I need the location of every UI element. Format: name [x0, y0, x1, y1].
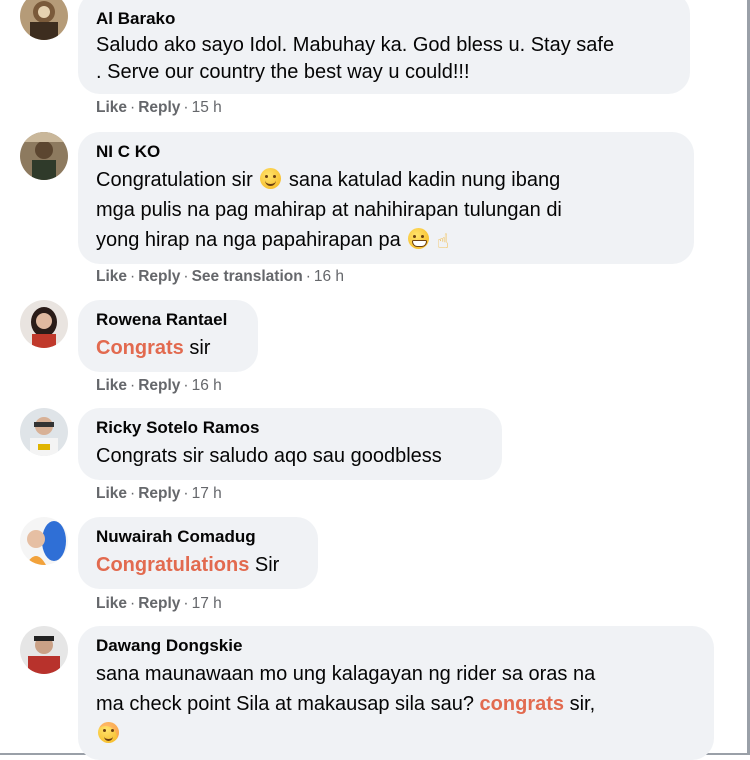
comment-text: sana katulad kadin nung ibang [288, 169, 561, 191]
timestamp[interactable]: 15 h [192, 99, 222, 116]
relieved-emoji-icon [98, 722, 119, 743]
reply-link[interactable]: Reply [138, 485, 180, 502]
avatar[interactable] [20, 132, 68, 180]
avatar[interactable] [20, 300, 68, 348]
comment-text: yong hirap na nga papahirapan pa [96, 229, 401, 251]
comment-bubble: NI C KO Congratulation sir sana katulad … [78, 132, 694, 264]
comment-bubble: Dawang Dongskie sana maunawaan mo ung ka… [78, 626, 714, 760]
avatar[interactable] [20, 0, 68, 40]
avatar[interactable] [20, 626, 68, 674]
comment-actions: Like · Reply · 15 h [96, 99, 222, 116]
reply-link[interactable]: Reply [138, 268, 180, 285]
highlighted-keyword[interactable]: Congrats [96, 337, 184, 359]
reply-link[interactable]: Reply [138, 377, 180, 394]
highlighted-keyword[interactable]: Congratulations [96, 554, 249, 576]
like-link[interactable]: Like [96, 99, 127, 116]
like-link[interactable]: Like [96, 268, 127, 285]
comment-text: ma check point Sila at makausap sila sau… [96, 693, 480, 715]
comment-author[interactable]: Rowena Rantael [96, 309, 240, 331]
comment-text-line: yong hirap na nga papahirapan pa ☝ [96, 225, 676, 255]
like-link[interactable]: Like [96, 595, 127, 612]
comment-text-line: Congratulations Sir [96, 550, 300, 580]
comment-bubble: Rowena Rantael Congrats sir [78, 300, 258, 372]
comment-text-line: ma check point Sila at makausap sila sau… [96, 689, 696, 719]
comment-text-line: . Serve our country the best way u could… [96, 61, 470, 83]
reply-link[interactable]: Reply [138, 99, 180, 116]
avatar[interactable] [20, 517, 68, 565]
comment-text-line: Congratulation sir sana katulad kadin nu… [96, 165, 676, 195]
comment-bubble: Nuwairah Comadug Congratulations Sir [78, 517, 318, 589]
hand-emoji-icon: ☝ [436, 231, 450, 253]
comment-text: Sir [249, 554, 280, 576]
comment-actions: Like · Reply · 16 h [96, 377, 222, 394]
comment-author[interactable]: Ricky Sotelo Ramos [96, 417, 484, 439]
comment-text-line: Congrats sir saludo aqo sau goodbless [96, 445, 442, 467]
smile-emoji-icon [260, 168, 282, 189]
comment-author[interactable]: NI C KO [96, 141, 676, 163]
comment-text: sir, [564, 693, 596, 715]
comment-text-line: mga pulis na pag mahirap at nahihirapan … [96, 199, 562, 221]
timestamp[interactable]: 16 h [314, 268, 344, 285]
comment-text-line: sana maunawaan mo ung kalagayan ng rider… [96, 663, 596, 685]
comment-text-line: Congrats sir [96, 333, 240, 363]
timestamp[interactable]: 17 h [192, 485, 222, 502]
comment-text: sir [183, 337, 211, 359]
comment-author[interactable]: Al Barako [96, 8, 672, 30]
highlighted-keyword[interactable]: congrats [480, 693, 564, 715]
comment-text-line [96, 719, 696, 749]
comment-actions: Like · Reply · 17 h [96, 595, 222, 612]
comment-actions: Like · Reply · See translation · 16 h [96, 268, 345, 285]
comment-author[interactable]: Dawang Dongskie [96, 635, 696, 657]
comment-author[interactable]: Nuwairah Comadug [96, 526, 300, 548]
avatar[interactable] [20, 408, 68, 456]
comment-actions: Like · Reply · 17 h [96, 485, 222, 502]
timestamp[interactable]: 16 h [192, 377, 222, 394]
see-translation-link[interactable]: See translation [192, 268, 303, 285]
comment-bubble: Ricky Sotelo Ramos Congrats sir saludo a… [78, 408, 502, 480]
reply-link[interactable]: Reply [138, 595, 180, 612]
comment-text: Congratulation sir [96, 169, 253, 191]
timestamp[interactable]: 17 h [192, 595, 222, 612]
comment-text-line: Saludo ako sayo Idol. Mabuhay ka. God bl… [96, 34, 615, 56]
comment-bubble: Al Barako Saludo ako sayo Idol. Mabuhay … [78, 0, 690, 94]
like-link[interactable]: Like [96, 485, 127, 502]
like-link[interactable]: Like [96, 377, 127, 394]
grin-emoji-icon [408, 228, 430, 249]
